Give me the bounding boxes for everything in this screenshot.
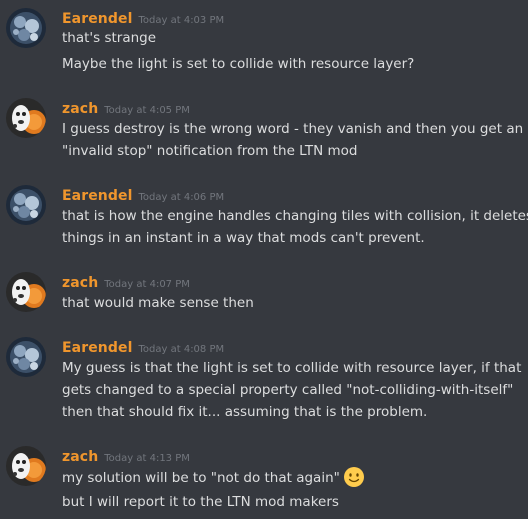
message-text: my solution will be to "not do that agai… (62, 466, 522, 489)
message-header: zach Today at 4:13 PM (62, 446, 190, 466)
timestamp: Today at 4:05 PM (104, 105, 190, 116)
message-header: zach Today at 4:05 PM (62, 98, 190, 118)
timestamp: Today at 4:07 PM (104, 279, 190, 290)
username[interactable]: Earendel (62, 340, 133, 356)
message-text: then that should fix it... assuming that… (62, 404, 428, 420)
username[interactable]: zach (62, 275, 98, 291)
username[interactable]: Earendel (62, 188, 133, 204)
username[interactable]: zach (62, 101, 98, 117)
message-text: things in an instant in a way that mods … (62, 230, 425, 246)
avatar[interactable] (6, 98, 46, 138)
message-text: gets changed to a special property calle… (62, 382, 514, 398)
timestamp: Today at 4:13 PM (104, 453, 190, 464)
message-header: Earendel Today at 4:08 PM (62, 337, 224, 357)
message-text: that would make sense then (62, 295, 254, 311)
username[interactable]: zach (62, 449, 98, 465)
message-header: zach Today at 4:07 PM (62, 272, 190, 292)
timestamp: Today at 4:03 PM (138, 15, 225, 26)
timestamp: Today at 4:08 PM (138, 344, 225, 355)
slightly-smiling-face-icon[interactable] (343, 466, 365, 488)
message-text: Maybe the light is set to collide with r… (62, 56, 415, 72)
avatar[interactable] (6, 8, 46, 48)
message-text: "invalid stop" notification from the LTN… (62, 143, 358, 159)
timestamp: Today at 4:06 PM (138, 192, 225, 203)
message-header: Earendel Today at 4:03 PM (62, 8, 224, 28)
avatar[interactable] (6, 446, 46, 486)
avatar[interactable] (6, 185, 46, 225)
message-text: My guess is that the light is set to col… (62, 360, 522, 376)
message-text: but I will report it to the LTN mod make… (62, 494, 339, 510)
message-text: that's strange (62, 30, 157, 46)
avatar[interactable] (6, 272, 46, 312)
avatar[interactable] (6, 337, 46, 377)
message-text-content: my solution will be to "not do that agai… (62, 470, 340, 486)
message-text: that is how the engine handles changing … (62, 208, 528, 224)
message-text: I guess destroy is the wrong word - they… (62, 121, 524, 137)
username[interactable]: Earendel (62, 11, 133, 27)
message-header: Earendel Today at 4:06 PM (62, 185, 224, 205)
